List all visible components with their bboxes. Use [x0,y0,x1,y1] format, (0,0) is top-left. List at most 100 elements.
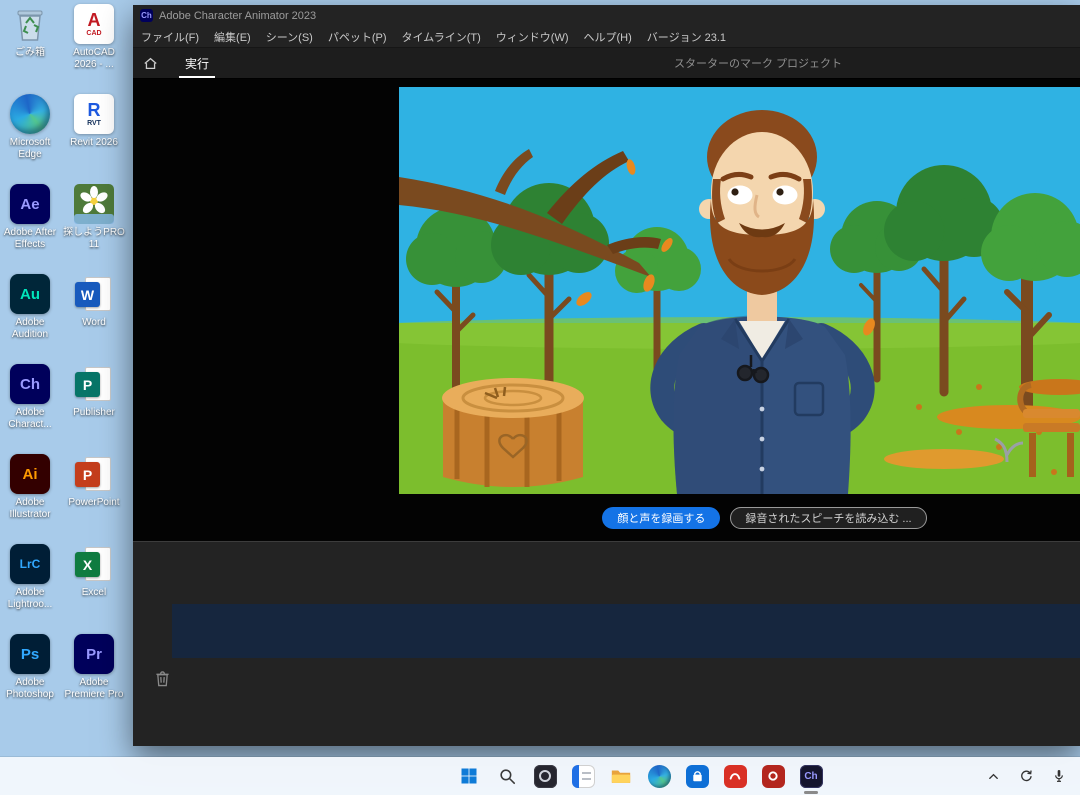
desktop-icon-label: Microsoft Edge [0,137,62,160]
menu-window[interactable]: ウィンドウ(W) [496,29,569,45]
desktop-icon-photo-app[interactable]: 探しようPRO 11 [62,184,126,250]
record-face-voice-button[interactable]: 顔と声を録画する [602,507,720,529]
tray-sync-icon[interactable] [1017,767,1035,785]
scene-stump [442,378,584,487]
scene-illustration [399,87,1080,494]
desktop-icon-character-animator[interactable]: Ch Adobe Charact... [0,364,62,430]
desktop-icon-label: Adobe Photoshop [0,677,62,700]
desktop-icon-label: Adobe Audition [0,317,62,340]
edge-icon [10,94,50,134]
taskbar-app-dark[interactable] [532,763,558,789]
dark-app-icon [534,765,557,788]
running-app-indicator [804,791,818,794]
desktop-icon-label: Revit 2026 [70,137,118,149]
desktop-icon-autocad[interactable]: A CAD AutoCAD 2026 - ... [62,4,126,70]
taskbar: Ch [0,757,1080,795]
menu-help[interactable]: ヘルプ(H) [584,29,632,45]
timeline-track[interactable] [172,604,1080,658]
desktop-icon-illustrator[interactable]: Ai Adobe Illustrator [0,454,62,520]
desktop-icon-label: Adobe Charact... [0,407,62,430]
audition-icon: Au [10,274,50,314]
tab-bar: 実行 スターターのマーク プロジェクト [133,48,1080,79]
character-animator-taskbar-button[interactable]: Ch [798,763,824,789]
search-icon [498,767,517,786]
store-icon [686,765,709,788]
desktop-icon-publisher[interactable]: P Publisher [62,364,126,419]
recycle-bin-icon [10,4,50,44]
taskbar-app-notes[interactable] [570,763,596,789]
home-button[interactable] [133,48,167,78]
desktop-icon-excel[interactable]: X Excel [62,544,126,599]
desktop-icon-photoshop[interactable]: Ps Adobe Photoshop [0,634,62,700]
load-recorded-speech-button[interactable]: 録音されたスピーチを読み込む ... [730,507,926,529]
desktop-icon-after-effects[interactable]: Ae Adobe After Effects [0,184,62,250]
folder-icon [610,765,632,787]
file-explorer-button[interactable] [608,763,634,789]
trash-button[interactable] [153,668,171,688]
desktop-icon-revit[interactable]: R RVT Revit 2026 [62,94,126,149]
desktop-icon-word[interactable]: W Word [62,274,126,329]
desktop-icon-label: ごみ箱 [15,47,45,59]
menu-puppet[interactable]: パペット(P) [328,29,387,45]
menu-bar: ファイル(F) 編集(E) シーン(S) パペット(P) タイムライン(T) ウ… [133,26,1080,48]
powerpoint-icon: P [74,454,114,494]
desktop-icon-label: Word [82,317,106,329]
tray-chevron-up-icon[interactable] [984,767,1002,785]
tab-perform[interactable]: 実行 [179,48,215,78]
menu-edit[interactable]: 編集(E) [214,29,251,45]
menu-scene[interactable]: シーン(S) [266,29,313,45]
desktop-icon-audition[interactable]: Au Adobe Audition [0,274,62,340]
microsoft-store-button[interactable] [684,763,710,789]
windows-logo-icon [459,766,479,786]
lightroom-icon: LrC [10,544,50,584]
desktop-icon-recycle-bin[interactable]: ごみ箱 [0,4,62,59]
trash-icon [155,670,170,687]
desktop-icon-label: Publisher [73,407,115,419]
desktop-icon-edge[interactable]: Microsoft Edge [0,94,62,160]
taskbar-tray [984,757,1068,795]
tray-microphone-icon[interactable] [1050,767,1068,785]
illustrator-icon: Ai [10,454,50,494]
menu-file[interactable]: ファイル(F) [141,29,199,45]
photoshop-icon: Ps [10,634,50,674]
stage-panel: 顔と声を録画する 録音されたスピーチを読み込む ... [133,79,1080,541]
app-badge-icon: Ch [140,9,153,22]
version-label: バージョン 23.1 [647,29,726,45]
desktop-icon-premiere-pro[interactable]: Pr Adobe Premiere Pro [62,634,126,700]
edge-button[interactable] [646,763,672,789]
desktop-icon-label: Adobe Illustrator [0,497,62,520]
timeline-panel [133,541,1080,746]
taskbar-app-red-1[interactable] [722,763,748,789]
stage-buttons: 顔と声を録画する 録音されたスピーチを読み込む ... [424,507,1080,529]
notes-app-icon [572,765,595,788]
character-animator-icon: Ch [800,765,823,788]
home-icon [143,57,158,70]
red-app-icon-1 [724,765,747,788]
title-bar[interactable]: Ch Adobe Character Animator 2023 [133,5,1080,26]
desktop-icon-label: 探しようPRO 11 [62,227,126,250]
desktop-icon-label: Adobe After Effects [0,227,62,250]
taskbar-center: Ch [456,757,824,795]
premiere-pro-icon: Pr [74,634,114,674]
after-effects-icon: Ae [10,184,50,224]
start-button[interactable] [456,763,482,789]
photo-app-icon [74,184,114,224]
desktop-icon-label: AutoCAD 2026 - ... [62,47,126,70]
desktop-icon-lightroom[interactable]: LrC Adobe Lightroo... [0,544,62,610]
red-app-icon-2 [762,765,785,788]
desktop-icon-label: PowerPoint [68,497,119,509]
search-button[interactable] [494,763,520,789]
character-animator-window: Ch Adobe Character Animator 2023 ファイル(F)… [133,5,1080,746]
scene-view[interactable] [399,87,1080,494]
character-animator-icon: Ch [10,364,50,404]
desktop-icon-label: Adobe Lightroo... [0,587,62,610]
publisher-icon: P [74,364,114,404]
taskbar-app-red-2[interactable] [760,763,786,789]
revit-icon: R RVT [74,94,114,134]
microphone-icon [1051,768,1067,784]
desktop-icon-label: Excel [82,587,106,599]
edge-icon [648,765,671,788]
menu-timeline[interactable]: タイムライン(T) [402,29,481,45]
window-title: Adobe Character Animator 2023 [159,10,316,22]
desktop-icon-powerpoint[interactable]: P PowerPoint [62,454,126,509]
